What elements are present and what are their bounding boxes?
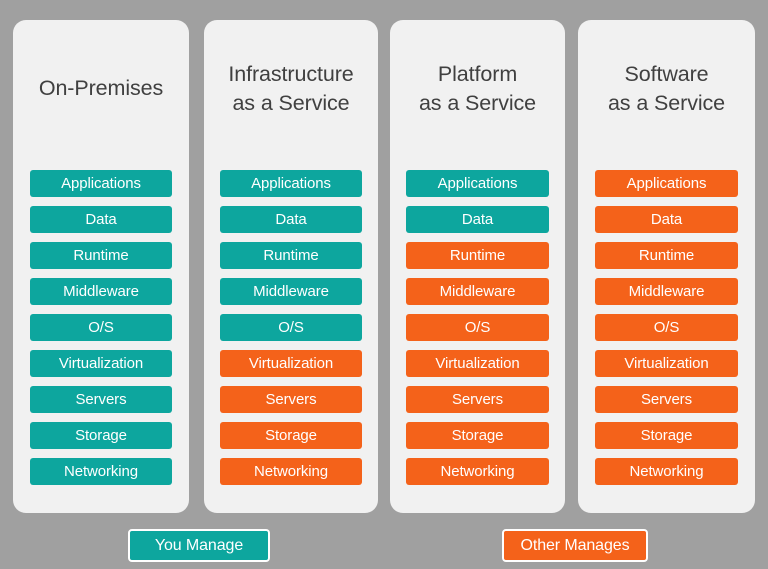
stack-layers-on-premises: Applications Data Runtime Middleware O/S Virt… <box>13 170 189 485</box>
cloud-service-models-diagram: On-Premises Applications Data Runtime Middle… <box>0 0 768 569</box>
layer-applications: Applications <box>406 170 549 197</box>
service-model-card-platform-as-a-service: Platform as a Service Applications Data Run… <box>390 20 565 513</box>
legend-other-manages: Other Manages <box>502 529 648 562</box>
layer-storage: Storage <box>406 422 549 449</box>
layer-middleware: Middleware <box>406 278 549 305</box>
layer-virtualization: Virtualization <box>30 350 172 377</box>
layer-virtualization: Virtualization <box>595 350 738 377</box>
layer-servers: Servers <box>595 386 738 413</box>
layer-networking: Networking <box>30 458 172 485</box>
layer-data: Data <box>220 206 362 233</box>
layer-o-s: O/S <box>406 314 549 341</box>
layer-runtime: Runtime <box>595 242 738 269</box>
layer-servers: Servers <box>30 386 172 413</box>
layer-runtime: Runtime <box>30 242 172 269</box>
layer-data: Data <box>406 206 549 233</box>
layer-o-s: O/S <box>30 314 172 341</box>
layer-middleware: Middleware <box>30 278 172 305</box>
card-title-platform-as-a-service: Platform as a Service <box>418 62 537 115</box>
layer-applications: Applications <box>30 170 172 197</box>
layer-applications: Applications <box>220 170 362 197</box>
layer-storage: Storage <box>220 422 362 449</box>
layer-middleware: Middleware <box>220 278 362 305</box>
layer-storage: Storage <box>30 422 172 449</box>
layer-o-s: O/S <box>595 314 738 341</box>
stack-layers-infrastructure-as-a-service: Applications Data Runtime Middleware O/S Virt… <box>204 170 378 485</box>
layer-networking: Networking <box>595 458 738 485</box>
stack-layers-software-as-a-service: Applications Data Runtime Middleware O/S Virt… <box>578 170 755 485</box>
layer-data: Data <box>595 206 738 233</box>
layer-servers: Servers <box>220 386 362 413</box>
stack-layers-platform-as-a-service: Applications Data Runtime Middleware O/S Virt… <box>390 170 565 485</box>
layer-runtime: Runtime <box>220 242 362 269</box>
legend-you-manage: You Manage <box>128 529 270 562</box>
service-model-card-infrastructure-as-a-service: Infrastructure as a Service Applications D… <box>204 20 378 513</box>
card-title-software-as-a-service: Software as a Service <box>607 62 726 115</box>
layer-applications: Applications <box>595 170 738 197</box>
layer-storage: Storage <box>595 422 738 449</box>
layer-virtualization: Virtualization <box>220 350 362 377</box>
layer-o-s: O/S <box>220 314 362 341</box>
service-model-card-on-premises: On-Premises Applications Data Runtime Middle… <box>13 20 189 513</box>
layer-data: Data <box>30 206 172 233</box>
layer-runtime: Runtime <box>406 242 549 269</box>
layer-networking: Networking <box>220 458 362 485</box>
layer-servers: Servers <box>406 386 549 413</box>
layer-middleware: Middleware <box>595 278 738 305</box>
layer-virtualization: Virtualization <box>406 350 549 377</box>
layer-networking: Networking <box>406 458 549 485</box>
service-model-card-software-as-a-service: Software as a Service Applications Data Run… <box>578 20 755 513</box>
card-title-infrastructure-as-a-service: Infrastructure as a Service <box>228 62 354 115</box>
card-title-on-premises: On-Premises <box>38 76 164 100</box>
